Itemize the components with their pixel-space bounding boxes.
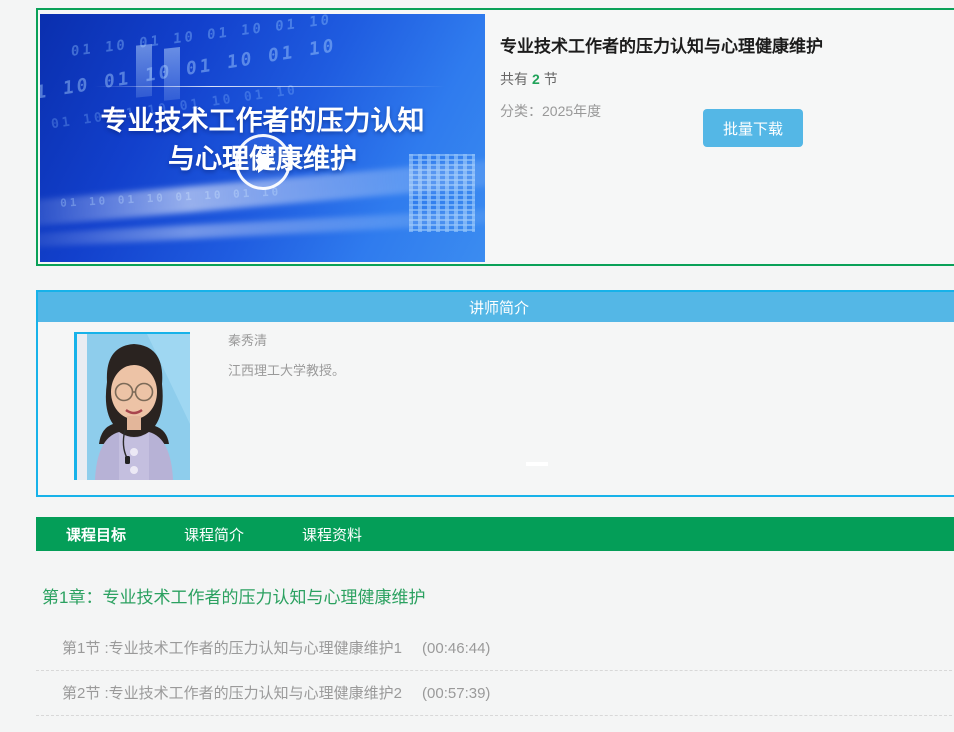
course-info: 专业技术工作者的压力认知与心理健康维护 共有2节 分类：2025年度 批量下载 <box>500 10 954 121</box>
lesson-list: 第1节 :专业技术工作者的压力认知与心理健康维护1 (00:46:44) 第2节 … <box>36 626 954 716</box>
lesson-title: 第1节 :专业技术工作者的压力认知与心理健康维护1 <box>62 640 402 657</box>
batch-download-button[interactable]: 批量下载 <box>703 109 803 147</box>
play-icon[interactable] <box>235 134 291 190</box>
instructor-panel: 讲师简介 秦秀清 江西理工大学教授 <box>36 290 954 497</box>
lesson-duration: (00:46:44) <box>422 640 490 657</box>
course-summary-panel: 01 10 01 10 01 10 01 10 01 10 01 10 01 1… <box>36 8 954 266</box>
lesson-title: 第2节 :专业技术工作者的压力认知与心理健康维护2 <box>62 685 402 702</box>
chapter-title: 第1章：专业技术工作者的压力认知与心理健康维护 <box>42 583 425 608</box>
tab-course-introduction[interactable]: 课程简介 <box>184 524 244 545</box>
panel-dash-decoration <box>526 462 548 466</box>
lesson-row[interactable]: 第2节 :专业技术工作者的压力认知与心理健康维护2 (00:57:39) <box>36 671 954 716</box>
section-count-suffix: 节 <box>544 71 558 87</box>
instructor-name: 秦秀清 <box>228 330 267 349</box>
course-section-count: 共有2节 <box>500 69 954 89</box>
banner-bars-decoration <box>136 38 206 105</box>
lesson-duration: (00:57:39) <box>422 685 490 702</box>
tab-course-materials[interactable]: 课程资料 <box>302 524 362 545</box>
section-count-prefix: 共有 <box>500 71 528 87</box>
lesson-row[interactable]: 第1节 :专业技术工作者的压力认知与心理健康维护1 (00:46:44) <box>36 626 954 671</box>
instructor-photo <box>74 332 190 480</box>
tab-course-objectives[interactable]: 课程目标 <box>66 524 126 545</box>
instructor-bio: 江西理工大学教授。 <box>228 360 345 379</box>
course-tab-bar: 课程目标 课程简介 课程资料 <box>36 517 954 551</box>
section-count-value: 2 <box>532 71 540 87</box>
course-title: 专业技术工作者的压力认知与心理健康维护 <box>500 32 954 57</box>
instructor-panel-title: 讲师简介 <box>38 292 954 322</box>
banner-line-decoration <box>95 86 445 87</box>
play-triangle-icon <box>258 151 274 173</box>
course-video-thumbnail[interactable]: 01 10 01 10 01 10 01 10 01 10 01 10 01 1… <box>40 14 485 262</box>
